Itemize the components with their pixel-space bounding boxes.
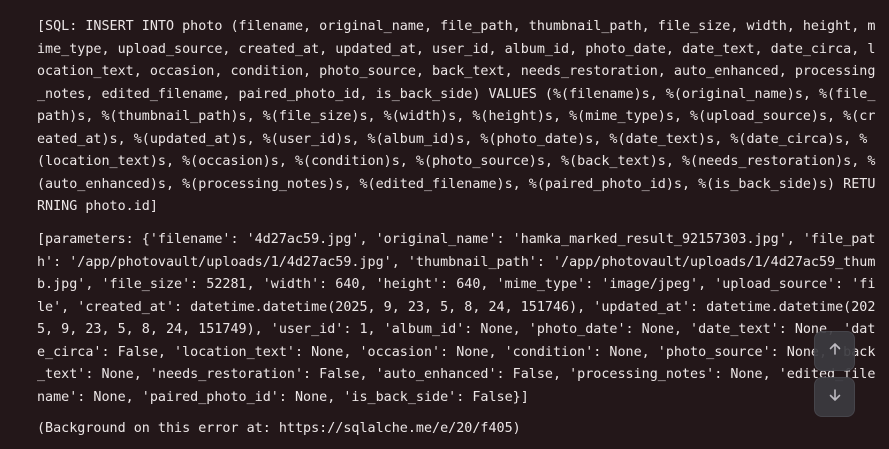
scroll-down-button[interactable]: [814, 377, 855, 417]
error-background-link-text: (Background on this error at: https://sq…: [37, 421, 521, 436]
arrow-up-icon: [827, 341, 843, 362]
error-output-panel: [SQL: INSERT INTO photo (filename, origi…: [0, 0, 889, 449]
scroll-up-button[interactable]: [814, 331, 855, 371]
arrow-down-icon: [827, 387, 843, 408]
sql-statement: [SQL: INSERT INTO photo (filename, origi…: [37, 19, 876, 214]
sql-parameters: [parameters: {'filename': '4d27ac59.jpg'…: [37, 232, 876, 405]
